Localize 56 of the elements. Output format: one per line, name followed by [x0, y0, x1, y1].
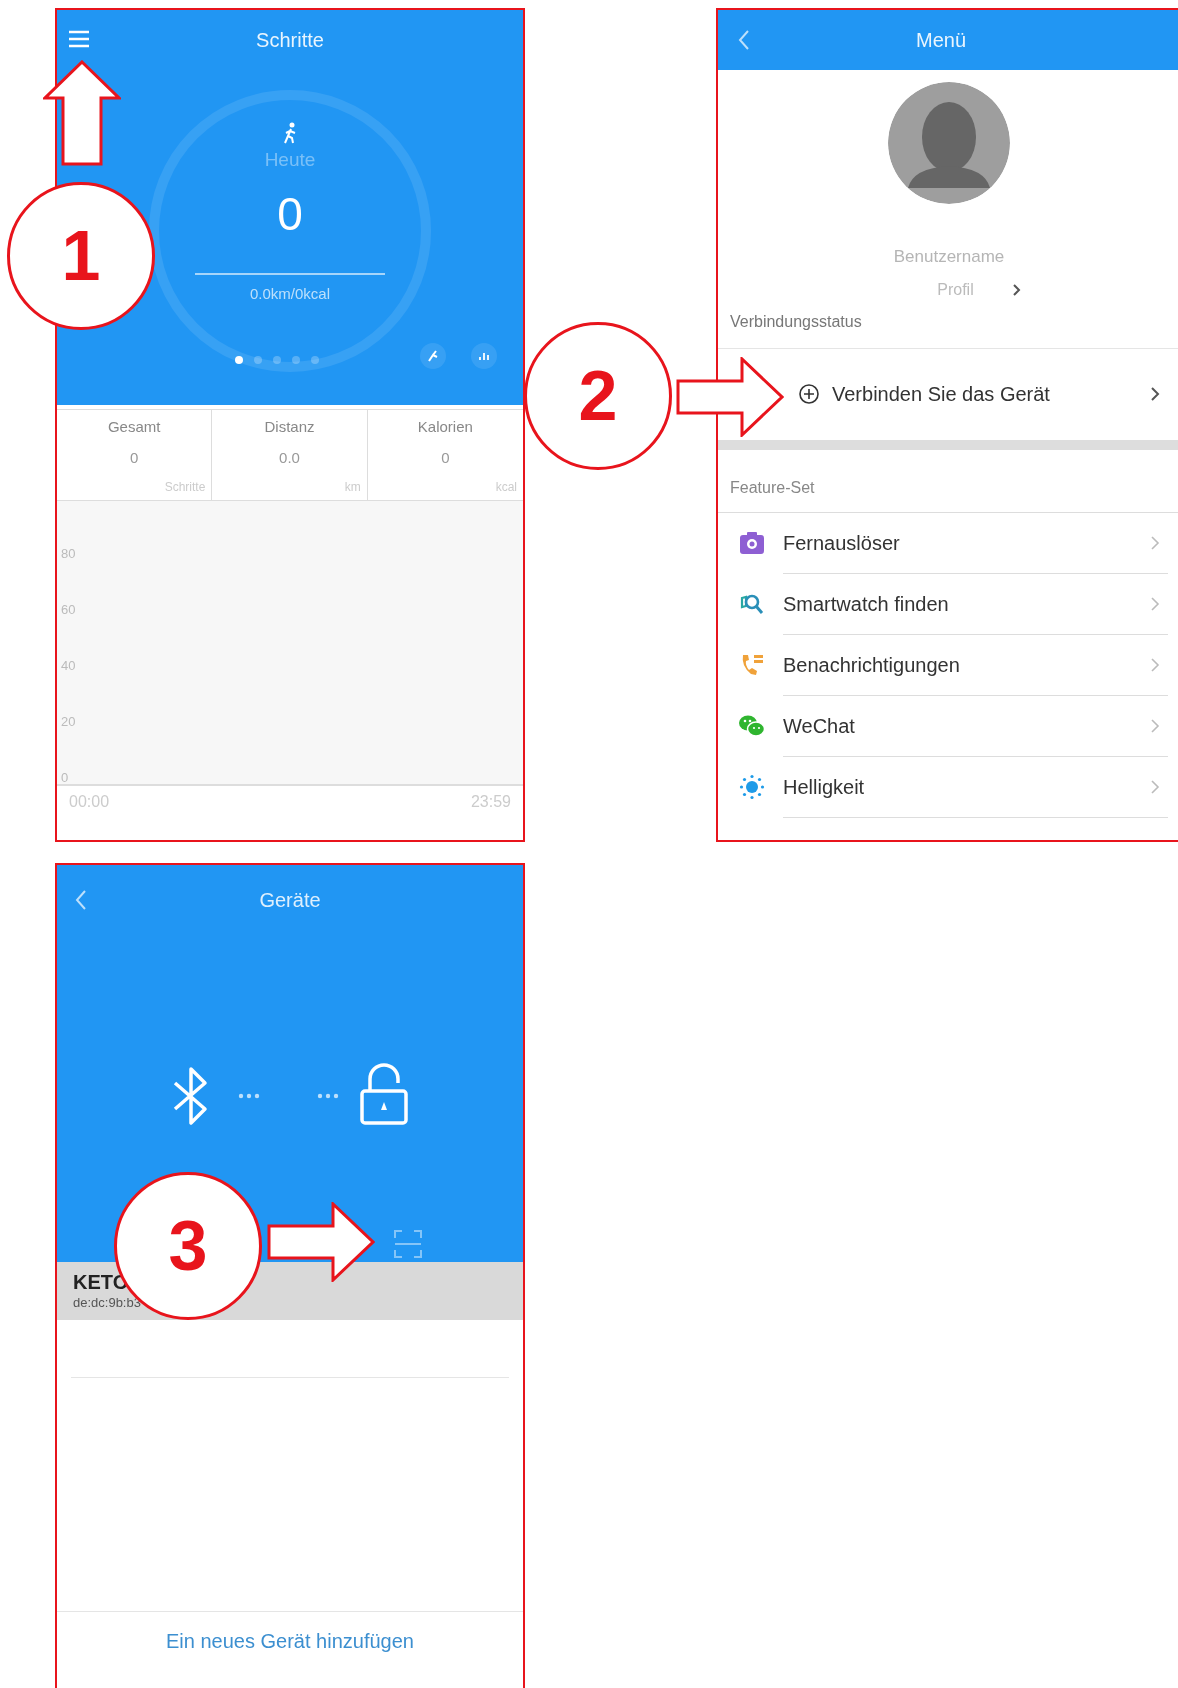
- step-number-badge: 1: [7, 182, 155, 330]
- chevron-icon: [1150, 778, 1160, 795]
- bar-chart-icon[interactable]: [470, 342, 498, 370]
- row-label: Benachrichtigungen: [783, 652, 961, 678]
- section-header: Feature-Set: [730, 477, 815, 498]
- padlock-icon: [359, 1063, 409, 1125]
- list-item[interactable]: WeChat: [718, 695, 1178, 757]
- avatar-icon: [888, 82, 1010, 204]
- row-label: Verbinden Sie das Gerät: [832, 382, 1051, 407]
- stat-label: Distanz: [264, 417, 315, 437]
- screen-title: Menü: [916, 28, 967, 53]
- row-label: Fernauslöser: [783, 530, 901, 556]
- step-number-badge: 2: [524, 322, 672, 470]
- dots-icon: [238, 1093, 260, 1099]
- chevron-icon: [1150, 386, 1160, 402]
- plus-circle-icon: [798, 383, 820, 405]
- axis-label: 20: [61, 715, 77, 728]
- stat-label: Gesamt: [107, 417, 161, 437]
- list-item[interactable]: Smartwatch finden: [718, 573, 1178, 635]
- axis-label: 80: [61, 547, 77, 560]
- list-item[interactable]: Verbinden Sie das Gerät: [790, 348, 1178, 440]
- camera-icon: [738, 531, 766, 555]
- chevron-icon: [1011, 282, 1021, 297]
- stat-label: Kalorien: [417, 417, 473, 437]
- screen-title: Geräte: [259, 888, 321, 913]
- chevron-icon: [1150, 595, 1160, 612]
- back-icon[interactable]: [75, 889, 87, 911]
- list-item[interactable]: Fernauslöser: [718, 512, 1178, 574]
- step-count: 0: [277, 190, 303, 237]
- sun-icon: [738, 774, 766, 800]
- username: Benutzername: [893, 246, 1005, 268]
- axis-label: 0: [61, 771, 70, 784]
- stat-value: 0.0: [279, 447, 300, 468]
- list-item[interactable]: Helligkeit: [718, 756, 1178, 818]
- walking-icon: [282, 122, 298, 144]
- chevron-icon: [1150, 534, 1160, 551]
- stat-value: 0: [441, 447, 450, 468]
- row-label: Helligkeit: [783, 774, 866, 800]
- dots-icon: [317, 1093, 339, 1099]
- axis-label: 40: [61, 659, 77, 672]
- back-icon[interactable]: [738, 29, 750, 51]
- axis-label: 60: [61, 603, 77, 616]
- section-header: Verbindungsstatus: [730, 311, 862, 332]
- menu-icon[interactable]: [67, 29, 91, 49]
- distance-calories-summary: 0.0km/0kcal: [249, 283, 330, 304]
- row-label: WeChat: [783, 713, 856, 739]
- magnifier-icon: [738, 592, 766, 616]
- chat-bubbles-icon: [738, 714, 766, 738]
- chevron-icon: [1150, 717, 1160, 734]
- today-label: Heute: [264, 148, 316, 172]
- scan-icon[interactable]: [393, 1229, 423, 1259]
- row-label: Smartwatch finden: [783, 591, 950, 617]
- screen-title: Schritte: [256, 28, 324, 53]
- stat-value: 0: [130, 447, 139, 468]
- chevron-icon: [1150, 656, 1160, 673]
- list-item[interactable]: Benachrichtigungen: [718, 634, 1178, 696]
